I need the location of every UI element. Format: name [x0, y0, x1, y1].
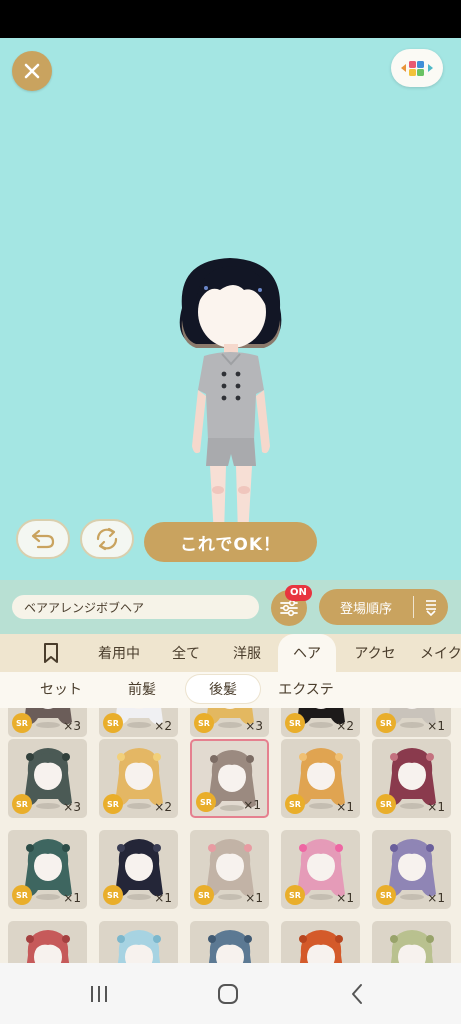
hair-thumbnail — [299, 930, 343, 963]
rotate-icon — [96, 527, 118, 551]
hair-item-card[interactable]: SR ×1 — [372, 708, 451, 737]
hair-item-card[interactable]: SR — [281, 921, 360, 963]
confirm-ok-button[interactable]: これでOK！ — [144, 522, 317, 562]
avatar-figure — [179, 258, 282, 545]
hair-item-card[interactable]: SR ×1 — [281, 830, 360, 909]
back-icon — [352, 984, 362, 1004]
sort-order-icon[interactable] — [414, 598, 448, 616]
rarity-badge: SR — [103, 794, 123, 814]
home-icon — [218, 984, 238, 1004]
item-count: ×1 — [427, 800, 445, 814]
hair-item-card[interactable]: SR ×1 — [99, 830, 178, 909]
item-count: ×1 — [245, 891, 263, 905]
tab-all[interactable]: 全て — [162, 634, 210, 672]
rarity-badge: SR — [103, 713, 123, 733]
rarity-badge: SR — [376, 713, 396, 733]
subtab-back-hair[interactable]: 後髪 — [186, 675, 260, 703]
filter-sliders-icon — [280, 599, 298, 617]
recent-apps-icon — [91, 986, 107, 1002]
sort-button[interactable]: 登場順序 — [319, 589, 448, 625]
hair-item-card[interactable]: SR ×3 — [190, 708, 269, 737]
hair-item-card[interactable]: SR — [99, 921, 178, 963]
item-count: ×1 — [427, 891, 445, 905]
rarity-badge: SR — [285, 885, 305, 905]
hair-item-card[interactable]: SR ×1 — [281, 739, 360, 818]
tab-hair[interactable]: ヘア — [278, 634, 336, 672]
avatar-stage: これでOK！ — [0, 38, 461, 580]
hair-thumbnail — [208, 930, 252, 963]
rarity-badge: SR — [194, 713, 214, 733]
item-count: ×3 — [63, 719, 81, 733]
category-tabs: 着用中 全て 洋服 ヘア アクセ メイク — [0, 634, 461, 672]
tab-accessory[interactable]: アクセ — [344, 634, 406, 672]
hair-thumbnail — [26, 930, 70, 963]
hair-item-card[interactable]: SR ×2 — [99, 739, 178, 818]
hair-item-card[interactable]: SR ×1 — [372, 739, 451, 818]
rarity-badge: SR — [285, 713, 305, 733]
undo-icon — [31, 529, 55, 549]
item-count: ×2 — [336, 719, 354, 733]
hair-item-card[interactable]: SR ×2 — [281, 708, 360, 737]
filter-on-badge: ON — [285, 585, 312, 601]
rarity-badge: SR — [194, 885, 214, 905]
subtab-front-hair[interactable]: 前髪 — [112, 675, 172, 703]
hair-item-card[interactable]: SR — [190, 921, 269, 963]
bookmark-icon — [44, 643, 58, 663]
item-name-display: ベアアレンジボブヘア — [12, 595, 259, 619]
item-count: ×2 — [154, 800, 172, 814]
rarity-badge: SR — [376, 794, 396, 814]
rarity-badge: SR — [12, 713, 32, 733]
home-button[interactable] — [215, 981, 241, 1007]
hair-item-card[interactable]: SR ×3 — [8, 739, 87, 818]
subtab-extension[interactable]: エクステ — [266, 675, 346, 703]
hair-thumbnail — [117, 930, 161, 963]
tab-bookmark[interactable] — [30, 634, 72, 672]
item-count: ×1 — [154, 891, 172, 905]
hair-item-card[interactable]: SR ×1 — [372, 830, 451, 909]
hair-item-card[interactable]: SR ×1 — [8, 830, 87, 909]
hair-item-card[interactable]: SR ×1 — [190, 830, 269, 909]
hair-item-card[interactable]: SR ×1 — [190, 739, 269, 818]
close-button[interactable] — [12, 51, 52, 91]
tab-clothes[interactable]: 洋服 — [222, 634, 272, 672]
color-palette-icon — [401, 61, 433, 76]
hair-item-card[interactable]: SR ×3 — [8, 708, 87, 737]
rarity-badge: SR — [12, 794, 32, 814]
item-count: ×2 — [154, 719, 172, 733]
rarity-badge: SR — [376, 885, 396, 905]
hair-sub-tabs: セット 前髪 後髪 エクステ — [0, 672, 461, 708]
hair-item-card[interactable]: SR ×2 — [99, 708, 178, 737]
item-count: ×3 — [245, 719, 263, 733]
tab-makeup[interactable]: メイク — [420, 634, 461, 672]
back-button[interactable] — [344, 981, 370, 1007]
hair-thumbnail — [390, 930, 434, 963]
rotate-button[interactable] — [80, 519, 134, 559]
item-count: ×1 — [427, 719, 445, 733]
item-count: ×1 — [243, 798, 261, 812]
item-count: ×3 — [63, 800, 81, 814]
item-panel: ベアアレンジボブヘア ON 登場順序 着用中 全て 洋服 ヘア アクセ メイク … — [0, 580, 461, 963]
sort-label: 登場順序 — [339, 601, 392, 617]
subtab-set[interactable]: セット — [26, 675, 96, 703]
recent-apps-button[interactable] — [86, 981, 112, 1007]
item-count: ×1 — [336, 800, 354, 814]
rarity-badge: SR — [196, 792, 216, 812]
item-count: ×1 — [336, 891, 354, 905]
status-bar — [0, 0, 461, 38]
system-nav-bar — [0, 963, 461, 1024]
close-icon — [24, 63, 40, 79]
rarity-badge: SR — [12, 885, 32, 905]
item-count: ×1 — [63, 891, 81, 905]
item-name-row: ベアアレンジボブヘア ON 登場順序 — [0, 580, 461, 634]
tab-wearing[interactable]: 着用中 — [90, 634, 148, 672]
rarity-badge: SR — [103, 885, 123, 905]
item-grid: SR ×3 SR ×2 SR ×3 SR ×2 SR ×1 SR ×3 SR ×2 SR ×1 SR ×1 SR ×1… — [0, 708, 461, 963]
hair-item-card[interactable]: SR — [8, 921, 87, 963]
rarity-badge: SR — [285, 794, 305, 814]
color-palette-button[interactable] — [391, 49, 443, 87]
hair-item-card[interactable]: SR — [372, 921, 451, 963]
undo-button[interactable] — [16, 519, 70, 559]
